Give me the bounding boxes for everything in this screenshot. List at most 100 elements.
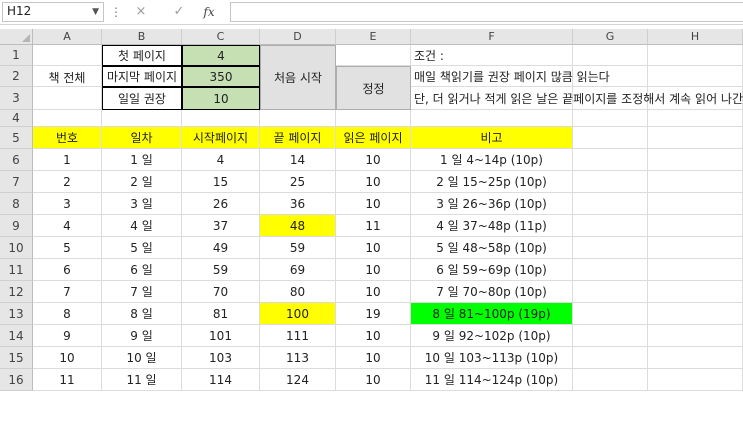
column-header-B[interactable]: B (102, 29, 182, 45)
row-note[interactable]: 11 일 114~124p (10p) (411, 369, 573, 391)
row-day[interactable]: 2 일 (102, 171, 182, 193)
row-header-10[interactable]: 10 (0, 237, 33, 259)
row-end-page[interactable]: 48 (260, 215, 336, 237)
row-note[interactable]: 1 일 4~14p (10p) (411, 149, 573, 171)
row-day[interactable]: 3 일 (102, 193, 182, 215)
row-header-7[interactable]: 7 (0, 171, 33, 193)
row-pages-read[interactable]: 10 (336, 281, 411, 303)
column-header-C[interactable]: C (182, 29, 260, 45)
row-pages-read[interactable]: 10 (336, 171, 411, 193)
cell-H14[interactable] (648, 325, 743, 347)
column-header-H[interactable]: H (648, 29, 743, 45)
cell-G16[interactable] (573, 369, 648, 391)
cell-C4[interactable] (182, 110, 260, 127)
no-header[interactable]: 번호 (33, 127, 102, 149)
row-end-page[interactable]: 25 (260, 171, 336, 193)
cell-G11[interactable] (573, 259, 648, 281)
day-header[interactable]: 일차 (102, 127, 182, 149)
row-end-page[interactable]: 113 (260, 347, 336, 369)
row-number[interactable]: 5 (33, 237, 102, 259)
first-page-value[interactable]: 4 (182, 45, 260, 66)
cell-H8[interactable] (648, 193, 743, 215)
row-start-page[interactable]: 81 (182, 303, 260, 325)
row-start-page[interactable]: 101 (182, 325, 260, 347)
condition-1[interactable]: 매일 책읽기를 권장 페이지 많큼 읽는다 (411, 66, 610, 87)
row-header-3[interactable]: 3 (0, 87, 33, 110)
row-day[interactable]: 1 일 (102, 149, 182, 171)
last-page-label[interactable]: 마지막 페이지 (102, 66, 182, 87)
row-start-page[interactable]: 70 (182, 281, 260, 303)
cell-G7[interactable] (573, 171, 648, 193)
cell-G1[interactable] (573, 45, 648, 66)
chevron-down-icon[interactable]: ▼ (92, 3, 99, 21)
row-day[interactable]: 6 일 (102, 259, 182, 281)
daily-recommend-value[interactable]: 10 (182, 87, 260, 110)
row-pages-read[interactable]: 10 (336, 347, 411, 369)
row-note[interactable]: 3 일 26~36p (10p) (411, 193, 573, 215)
cell-G13[interactable] (573, 303, 648, 325)
formula-input[interactable] (230, 2, 743, 22)
first-page-label[interactable]: 첫 페이지 (102, 45, 182, 66)
row-day[interactable]: 4 일 (102, 215, 182, 237)
note-header[interactable]: 비고 (411, 127, 573, 149)
row-day[interactable]: 11 일 (102, 369, 182, 391)
row-end-page[interactable]: 111 (260, 325, 336, 347)
row-header-11[interactable]: 11 (0, 259, 33, 281)
cell-H2[interactable] (648, 66, 743, 87)
cell-H5[interactable] (648, 127, 743, 149)
row-number[interactable]: 3 (33, 193, 102, 215)
row-header-2[interactable]: 2 (0, 66, 33, 87)
row-number[interactable]: 9 (33, 325, 102, 347)
column-header-F[interactable]: F (411, 29, 573, 45)
cancel-icon[interactable]: × (130, 2, 152, 22)
cell-H10[interactable] (648, 237, 743, 259)
adjust-button[interactable]: 정정 (336, 66, 411, 110)
row-pages-read[interactable]: 10 (336, 369, 411, 391)
column-header-E[interactable]: E (336, 29, 411, 45)
cell-H7[interactable] (648, 171, 743, 193)
row-day[interactable]: 10 일 (102, 347, 182, 369)
cell-E1[interactable] (336, 45, 411, 66)
row-pages-read[interactable]: 10 (336, 149, 411, 171)
row-number[interactable]: 11 (33, 369, 102, 391)
end-page-header[interactable]: 끝 페이지 (260, 127, 336, 149)
row-start-page[interactable]: 114 (182, 369, 260, 391)
last-page-value[interactable]: 350 (182, 66, 260, 87)
row-start-page[interactable]: 26 (182, 193, 260, 215)
row-end-page[interactable]: 69 (260, 259, 336, 281)
row-start-page[interactable]: 103 (182, 347, 260, 369)
row-day[interactable]: 8 일 (102, 303, 182, 325)
row-number[interactable]: 10 (33, 347, 102, 369)
condition-2[interactable]: 단, 더 읽거나 적게 읽은 날은 끝페이지를 조정해서 계속 읽어 나간다 (411, 87, 743, 110)
row-end-page[interactable]: 100 (260, 303, 336, 325)
row-note[interactable]: 9 일 92~102p (10p) (411, 325, 573, 347)
cell-E4[interactable] (336, 110, 411, 127)
row-note[interactable]: 4 일 37~48p (11p) (411, 215, 573, 237)
row-day[interactable]: 9 일 (102, 325, 182, 347)
daily-recommend-label[interactable]: 일일 권장 (102, 87, 182, 110)
cell-G6[interactable] (573, 149, 648, 171)
row-note[interactable]: 5 일 48~58p (10p) (411, 237, 573, 259)
cell-G8[interactable] (573, 193, 648, 215)
row-day[interactable]: 5 일 (102, 237, 182, 259)
cell-G5[interactable] (573, 127, 648, 149)
cell-H4[interactable] (648, 110, 743, 127)
enter-icon[interactable]: ✓ (168, 2, 190, 22)
row-start-page[interactable]: 4 (182, 149, 260, 171)
cell-H13[interactable] (648, 303, 743, 325)
cell-G14[interactable] (573, 325, 648, 347)
row-start-page[interactable]: 15 (182, 171, 260, 193)
condition-title[interactable]: 조건 : (411, 45, 573, 66)
row-end-page[interactable]: 59 (260, 237, 336, 259)
row-header-14[interactable]: 14 (0, 325, 33, 347)
cell-D4[interactable] (260, 110, 336, 127)
insert-function-icon[interactable]: fx (198, 2, 220, 22)
row-start-page[interactable]: 59 (182, 259, 260, 281)
row-header-1[interactable]: 1 (0, 45, 33, 66)
cell-F4[interactable] (411, 110, 573, 127)
row-number[interactable]: 8 (33, 303, 102, 325)
cell-H1[interactable] (648, 45, 743, 66)
name-box[interactable]: H12 ▼ (2, 2, 104, 22)
row-pages-read[interactable]: 10 (336, 259, 411, 281)
row-pages-read[interactable]: 11 (336, 215, 411, 237)
